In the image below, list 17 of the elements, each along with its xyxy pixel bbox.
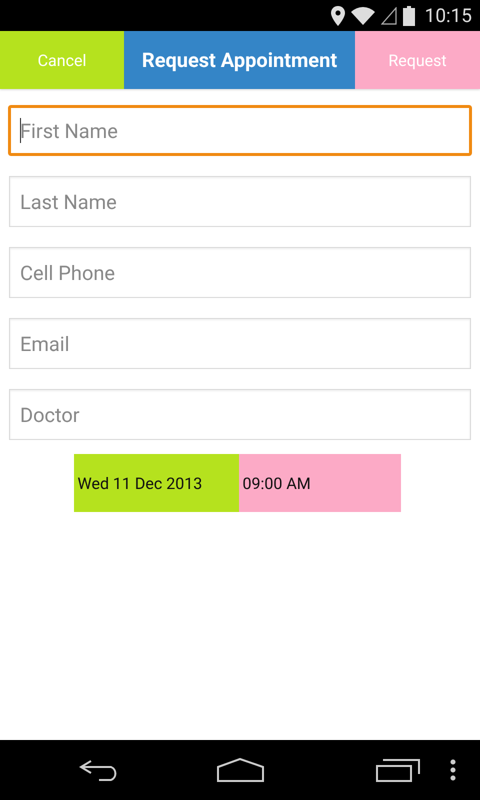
screen-title: Request Appointment: [124, 31, 355, 89]
battery-icon: [402, 6, 415, 26]
signal-icon: [380, 6, 397, 24]
date-button[interactable]: Wed 11 Dec 2013: [74, 454, 238, 512]
clock: 10:15: [424, 4, 472, 27]
wifi-icon: [350, 6, 375, 24]
text-field[interactable]: First Name: [8, 105, 472, 156]
home-icon[interactable]: [217, 758, 264, 782]
location-icon: [330, 6, 345, 26]
text-field[interactable]: Cell Phone: [9, 247, 471, 298]
recent-apps-icon[interactable]: [376, 758, 420, 782]
overflow-menu-icon[interactable]: [450, 759, 456, 781]
time-button[interactable]: 09:00 AM: [238, 454, 400, 512]
text-cursor: [20, 118, 21, 143]
text-field[interactable]: Doctor: [9, 389, 471, 440]
text-field[interactable]: Email: [9, 318, 471, 369]
text-field[interactable]: Last Name: [9, 176, 471, 227]
